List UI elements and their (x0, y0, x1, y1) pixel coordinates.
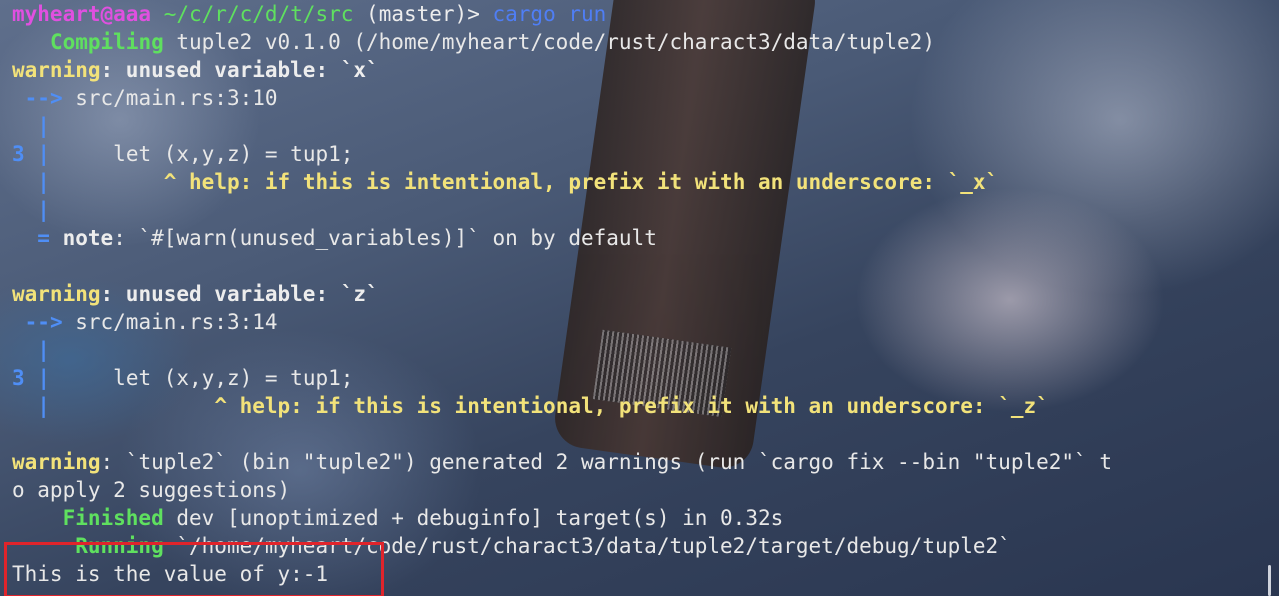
summary-line-2: o apply 2 suggestions) (12, 476, 1267, 504)
compile-line: Compiling tuple2 v0.1.0 (/home/myheart/c… (12, 28, 1267, 56)
warning1-gutter-blank-2: | (12, 196, 1267, 224)
warning1-code: let (x,y,z) = tup1; (49, 142, 354, 166)
note-text: : `#[warn(unused_variables)]` on by defa… (113, 226, 657, 250)
warning2-arrow: --> (24, 310, 63, 334)
compile-verb: Compiling (49, 30, 164, 54)
finished-verb: Finished (62, 506, 164, 530)
note-keyword: note (62, 226, 114, 250)
prompt-branch: (master)> (366, 2, 480, 26)
prompt-user-host: myheart@aaa (12, 2, 152, 26)
prompt-path: ~/c/r/c/d/t/src (163, 2, 354, 26)
highlight-annotation-box (4, 542, 384, 596)
warning2-code: let (x,y,z) = tup1; (49, 366, 354, 390)
warning1-keyword: warning (12, 58, 101, 82)
warning2-location-text: src/main.rs:3:14 (62, 310, 278, 334)
warning1-gutter-blank: | (12, 112, 1267, 140)
summary-text-1: : `tuple2` (bin "tuple2") generated 2 wa… (100, 450, 1112, 474)
warning1-message: : unused variable: `x` (100, 58, 379, 82)
warning1-help: ^ help: if this is intentional, prefix i… (163, 170, 999, 194)
warning2-caret-pad (50, 394, 214, 418)
warning1-note-line: = note: `#[warn(unused_variables)]` on b… (12, 224, 1267, 252)
gutter-bar: | (37, 366, 50, 390)
compile-details: tuple2 v0.1.0 (/home/myheart/code/rust/c… (163, 30, 935, 54)
prompt-line: myheart@aaa ~/c/r/c/d/t/src (master)> ca… (12, 0, 1267, 28)
gutter-bar: | (37, 114, 50, 138)
warning1-caret-pad (50, 170, 164, 194)
terminal-scrollbar[interactable] (1268, 565, 1271, 596)
warning2-code-line: 3 | let (x,y,z) = tup1; (12, 364, 1267, 392)
gutter-bar: | (37, 394, 50, 418)
warning1-line-number: 3 (12, 142, 25, 166)
summary-text-2: o apply 2 suggestions) (12, 478, 291, 502)
gutter-bar: | (37, 198, 50, 222)
warning1-help-line: | ^ help: if this is intentional, prefix… (12, 168, 1267, 196)
warning1-code-line: 3 | let (x,y,z) = tup1; (12, 140, 1267, 168)
finished-line: Finished dev [unoptimized + debuginfo] t… (12, 504, 1267, 532)
warning2-gutter-blank: | (12, 336, 1267, 364)
warning2-keyword: warning (12, 282, 101, 306)
warning2-location: --> src/main.rs:3:14 (12, 308, 1267, 336)
warning1-location: --> src/main.rs:3:10 (12, 84, 1267, 112)
warning1-location-text: src/main.rs:3:10 (62, 86, 278, 110)
warning2-header: warning: unused variable: `z` (12, 280, 1267, 308)
warning2-help-line: | ^ help: if this is intentional, prefix… (12, 392, 1267, 420)
prompt-command: cargo run (492, 2, 607, 26)
gutter-bar: | (37, 338, 50, 362)
finished-details: dev [unoptimized + debuginfo] target(s) … (163, 506, 784, 530)
warning2-help: ^ help: if this is intentional, prefix i… (214, 394, 1049, 418)
summary-keyword: warning (12, 450, 101, 474)
warning2-message: : unused variable: `z` (100, 282, 379, 306)
gutter-bar: | (37, 170, 50, 194)
terminal-output[interactable]: myheart@aaa ~/c/r/c/d/t/src (master)> ca… (0, 0, 1279, 596)
gutter-bar: | (37, 142, 50, 166)
warning2-line-number: 3 (12, 366, 25, 390)
warning1-header: warning: unused variable: `x` (12, 56, 1267, 84)
warning1-arrow: --> (24, 86, 63, 110)
note-equals: = (37, 226, 50, 250)
summary-line-1: warning: `tuple2` (bin "tuple2") generat… (12, 448, 1267, 476)
